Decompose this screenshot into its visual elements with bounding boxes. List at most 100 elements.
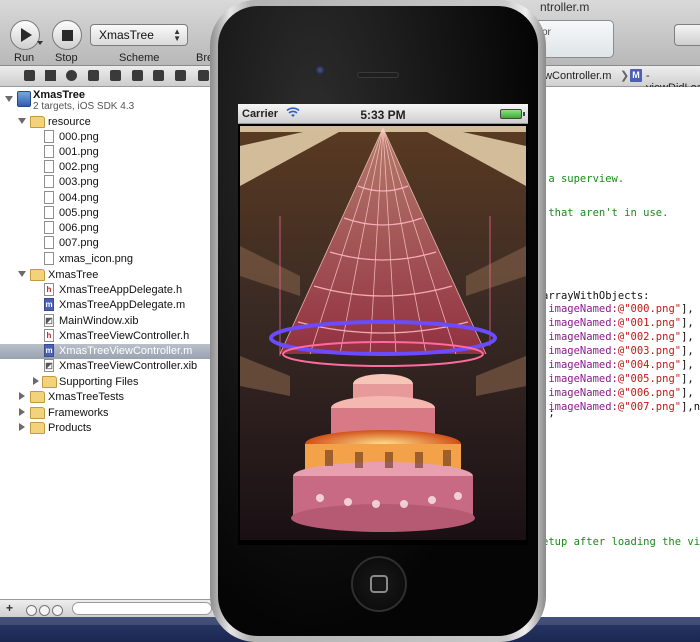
run-menu-arrow-icon[interactable] — [37, 41, 43, 45]
run-button[interactable] — [10, 20, 40, 50]
project-navigator: XmasTree 2 targets, iOS SDK 4.3 resource… — [0, 87, 220, 599]
scheme-label: Scheme — [119, 52, 160, 64]
list-item[interactable]: 002.png — [0, 160, 219, 175]
play-icon — [21, 28, 32, 42]
unsaved-filter-icon[interactable] — [52, 605, 63, 616]
disclosure-open-icon[interactable] — [18, 118, 26, 124]
file-label: XmasTreeViewController.m — [59, 345, 193, 357]
code-line: a superview. — [542, 173, 625, 185]
menu-tab-icon[interactable] — [175, 70, 186, 81]
file-label: 000.png — [59, 131, 99, 143]
window-title: ntroller.m — [540, 0, 590, 14]
scheme-popup[interactable]: XmasTree ▲ ▼ — [90, 24, 188, 46]
log-tab-icon[interactable] — [153, 70, 164, 81]
home-square-icon — [370, 575, 388, 593]
image-file-icon — [44, 252, 54, 265]
xcode-project-icon — [17, 91, 31, 107]
folder-tab-icon[interactable] — [24, 70, 35, 81]
add-icon[interactable]: + — [6, 601, 13, 615]
earpiece-speaker — [357, 72, 399, 78]
code-line: that aren't in use. — [542, 207, 669, 219]
disclosure-open-icon[interactable] — [5, 96, 13, 102]
list-item[interactable]: ◩ XmasTreeViewController.xib — [0, 359, 219, 374]
list-item[interactable]: 003.png — [0, 175, 219, 190]
disclosure-closed-icon[interactable] — [19, 392, 25, 400]
group-label: Frameworks — [48, 407, 109, 419]
list-item-selected[interactable]: m XmasTreeViewController.m — [0, 344, 219, 359]
disclosure-closed-icon[interactable] — [19, 423, 25, 431]
file-label: 007.png — [59, 237, 99, 249]
navigator-filter-bar: + — [0, 599, 220, 617]
file-label: 002.png — [59, 161, 99, 173]
code-line: arrayWithObjects: — [542, 290, 650, 302]
group-supporting-files[interactable]: Supporting Files — [0, 375, 219, 390]
filter-search-field[interactable] — [72, 602, 212, 615]
list-item[interactable]: h XmasTreeAppDelegate.h — [0, 283, 219, 298]
list-item[interactable]: 000.png — [0, 130, 219, 145]
code-line: imageNamed:@"007.png"],ni — [548, 401, 700, 413]
list-item[interactable]: 001.png — [0, 145, 219, 160]
xib-file-icon: ◩ — [44, 314, 54, 327]
scm-filter-icon[interactable] — [39, 605, 50, 616]
message-tab-icon[interactable] — [198, 70, 209, 81]
file-label: 006.png — [59, 222, 99, 234]
group-frameworks[interactable]: Frameworks — [0, 406, 219, 421]
file-label: XmasTreeViewController.h — [59, 330, 190, 342]
project-subtitle: 2 targets, iOS SDK 4.3 — [33, 101, 135, 112]
search-tab-icon[interactable] — [66, 70, 77, 81]
code-line: etup after loading the vie — [542, 536, 700, 548]
list-item[interactable]: 006.png — [0, 221, 219, 236]
file-label: xmas_icon.png — [59, 253, 133, 265]
group-label: XmasTreeTests — [48, 391, 125, 403]
folder-icon — [30, 407, 45, 419]
list-item[interactable]: 005.png — [0, 206, 219, 221]
group-products[interactable]: Products — [0, 421, 219, 436]
folder-icon — [30, 116, 45, 128]
list-item[interactable]: h XmasTreeViewController.h — [0, 329, 219, 344]
scheme-value: XmasTree — [99, 28, 154, 42]
file-label: XmasTreeAppDelegate.h — [59, 284, 183, 296]
jump-bar-file[interactable]: ewController.m — [538, 70, 611, 82]
method-icon: M — [630, 69, 642, 82]
stop-icon — [61, 29, 73, 41]
list-item[interactable]: 007.png — [0, 236, 219, 251]
debug-tab-icon[interactable] — [110, 70, 121, 81]
editor-mode-segment[interactable] — [674, 24, 700, 46]
group-xmastreetests[interactable]: XmasTreeTests — [0, 390, 219, 405]
disclosure-open-icon[interactable] — [18, 271, 26, 277]
disclosure-closed-icon[interactable] — [33, 377, 39, 385]
stop-button[interactable] — [52, 20, 82, 50]
list-item[interactable]: m XmasTreeAppDelegate.m — [0, 298, 219, 313]
issue-tab-icon[interactable] — [88, 70, 99, 81]
group-label: Supporting Files — [59, 376, 139, 388]
device-screen[interactable]: Carrier 5:33 PM — [238, 104, 528, 545]
group-xmastree[interactable]: XmasTree — [0, 268, 219, 283]
list-item[interactable]: 004.png — [0, 191, 219, 206]
group-label: Products — [48, 422, 92, 434]
folder-icon — [30, 422, 45, 434]
symbol-tab-icon[interactable] — [45, 70, 56, 81]
group-resource[interactable]: resource — [0, 115, 219, 130]
disclosure-closed-icon[interactable] — [19, 408, 25, 416]
status-bar: Carrier 5:33 PM — [238, 104, 528, 124]
folder-icon — [30, 391, 45, 403]
group-label: resource — [48, 116, 91, 128]
chevron-right-icon: ❯ — [620, 70, 630, 82]
breakpoint-tab-icon[interactable] — [132, 70, 143, 81]
code-line: imageNamed:@"006.png"], — [548, 387, 694, 399]
home-button[interactable] — [351, 556, 407, 612]
recent-filter-icon[interactable] — [26, 605, 37, 616]
code-line: imageNamed:@"001.png"], — [548, 317, 694, 329]
image-file-icon — [44, 206, 54, 219]
iphone-simulator: Carrier 5:33 PM — [210, 0, 546, 642]
list-item[interactable]: xmas_icon.png — [0, 252, 219, 267]
image-file-icon — [44, 175, 54, 188]
project-name: XmasTree — [33, 89, 85, 101]
list-item[interactable]: ◩ MainWindow.xib — [0, 314, 219, 329]
code-line: imageNamed:@"000.png"], — [548, 303, 694, 315]
code-line: imageNamed:@"003.png"], — [548, 345, 694, 357]
file-label: MainWindow.xib — [59, 315, 139, 327]
file-label: 004.png — [59, 192, 99, 204]
xmas-tree-photo — [240, 126, 526, 540]
project-row[interactable]: XmasTree 2 targets, iOS SDK 4.3 — [0, 88, 219, 114]
